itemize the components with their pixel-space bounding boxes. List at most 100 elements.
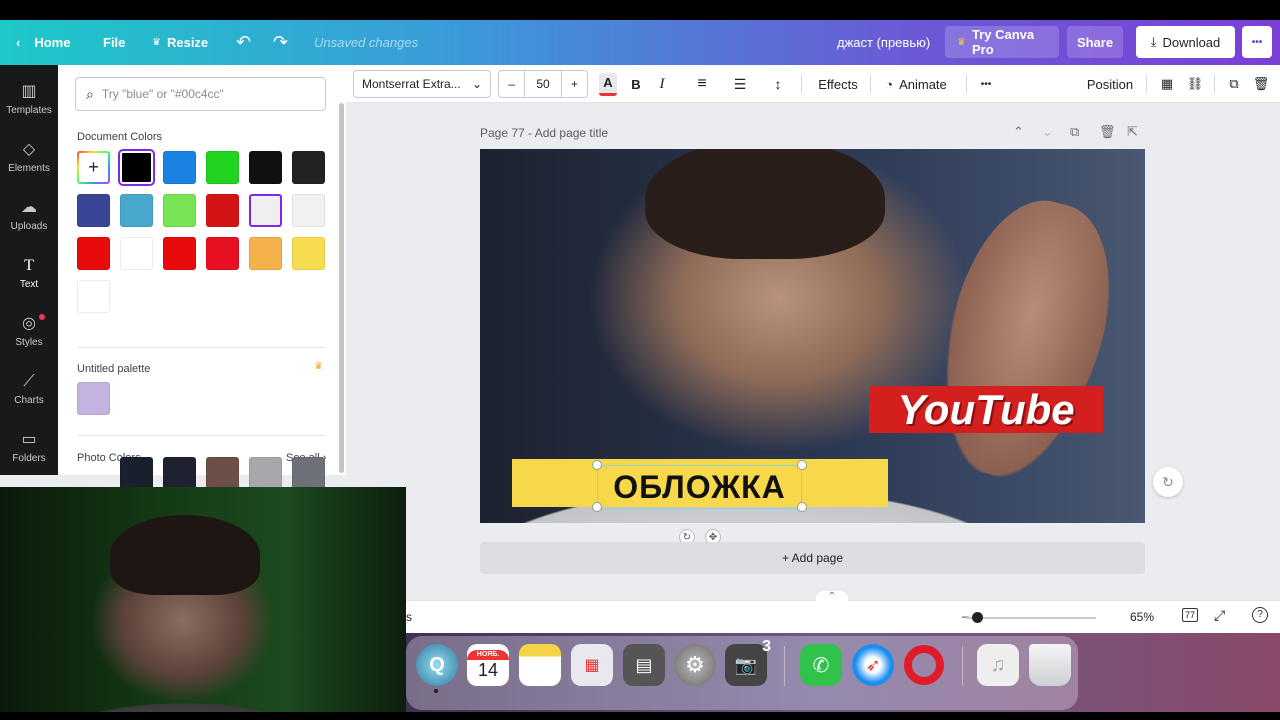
add-color-button[interactable]: + [77, 151, 110, 184]
notes-label[interactable]: s [406, 610, 412, 624]
zoom-level[interactable]: 65% [1130, 610, 1154, 624]
duplicate-button[interactable]: ⧉ [1223, 65, 1245, 103]
color-swatch[interactable] [206, 151, 239, 184]
safari-icon[interactable]: ➶ [852, 644, 894, 686]
color-swatch[interactable] [77, 194, 110, 227]
resize-handle[interactable] [592, 460, 602, 470]
redo-button[interactable]: ↷ [273, 20, 288, 65]
color-swatch[interactable] [249, 194, 282, 227]
color-swatch[interactable] [120, 151, 153, 184]
color-swatch[interactable] [77, 280, 110, 313]
palette-swatch[interactable] [77, 382, 110, 415]
color-swatch[interactable] [163, 151, 196, 184]
music-file-icon[interactable]: ♫ [977, 644, 1019, 686]
transparency-button[interactable]: ▦ [1156, 65, 1178, 103]
calendar-icon[interactable]: НОЯБ. 14 [467, 644, 509, 686]
color-swatch[interactable] [120, 237, 153, 270]
photo-color-swatch[interactable] [120, 457, 153, 490]
page-count-button[interactable]: 77 [1182, 608, 1199, 622]
bold-button[interactable]: B [626, 65, 646, 103]
color-swatch[interactable] [163, 237, 196, 270]
rail-item-text[interactable]: T Text [0, 245, 58, 301]
share-button[interactable]: Share [1067, 26, 1123, 58]
zoom-slider[interactable] [966, 617, 1096, 619]
resize-button[interactable]: ♛ Resize [152, 20, 208, 65]
zoom-out-icon[interactable]: – [962, 609, 969, 623]
notes-icon[interactable] [519, 644, 561, 686]
photo-color-swatch[interactable] [206, 457, 239, 490]
photo-color-swatch[interactable] [163, 457, 196, 490]
youtube-logo[interactable]: YouTube [869, 386, 1103, 433]
animate-button[interactable]: ◔ Animate [880, 65, 952, 103]
zoom-slider-knob[interactable] [972, 612, 983, 623]
resize-handle[interactable] [592, 502, 602, 512]
rail-item-styles[interactable]: ◎ Styles [0, 303, 58, 359]
notification-dot [39, 314, 45, 320]
rail-item-elements[interactable]: ◇ Elements [0, 129, 58, 185]
cover-text-box[interactable]: ОБЛОЖКА [597, 465, 802, 509]
font-size-input[interactable]: 50 [524, 71, 562, 97]
add-page-button[interactable]: + Add page [480, 542, 1145, 574]
rail-item-charts[interactable]: ⟋ Charts [0, 361, 58, 417]
chevron-up-icon[interactable]: ⌃ [816, 591, 848, 605]
photo-color-swatch[interactable] [292, 457, 325, 490]
try-pro-button[interactable]: ♛ Try Canva Pro [945, 26, 1059, 58]
divider [77, 435, 325, 436]
whatsapp-icon[interactable]: ✆ [800, 644, 842, 686]
more-options-button[interactable]: ••• [1242, 26, 1272, 58]
link-button[interactable]: ⛓ [1184, 65, 1206, 103]
system-preferences-icon[interactable]: ⚙ [674, 644, 716, 686]
add-page-icon[interactable]: ⇱ [1127, 124, 1138, 140]
color-swatch[interactable] [163, 194, 196, 227]
color-swatch[interactable] [249, 151, 282, 184]
decrease-size-button[interactable]: – [499, 77, 524, 91]
fullscreen-icon[interactable]: ⤢ [1214, 607, 1225, 624]
color-swatch[interactable] [292, 194, 325, 227]
delete-page-icon[interactable]: 🗑 [1099, 124, 1116, 140]
resize-handle[interactable] [797, 460, 807, 470]
font-selector[interactable]: Montserrat Extra... ⌄ [353, 70, 491, 98]
document-title[interactable]: джаст (превью) [837, 20, 930, 65]
refresh-icon[interactable]: ↻ [1153, 467, 1183, 497]
home-button[interactable]: ‹ Home [16, 20, 70, 65]
file-menu[interactable]: File [103, 20, 125, 65]
rail-item-templates[interactable]: ▥ Templates [0, 71, 58, 127]
increase-size-button[interactable]: + [562, 77, 587, 91]
download-button[interactable]: ⤓ Download [1136, 26, 1235, 58]
align-button[interactable]: ≡ [690, 65, 714, 103]
chevron-up-icon[interactable]: ⌃ [1013, 124, 1024, 140]
help-icon[interactable]: ? [1252, 607, 1268, 623]
color-search-input[interactable]: ⌕ Try "blue" or "#00c4cc" [75, 77, 326, 111]
photo-color-swatch[interactable] [249, 457, 282, 490]
rail-item-folders[interactable]: ▭ Folders [0, 419, 58, 475]
color-swatch[interactable] [292, 237, 325, 270]
delete-button[interactable]: 🗑 [1250, 65, 1272, 103]
color-swatch[interactable] [206, 194, 239, 227]
undo-button[interactable]: ↶ [236, 20, 251, 65]
trash-icon[interactable] [1029, 644, 1071, 686]
quicktime-icon[interactable]: Q [416, 644, 458, 686]
spacing-button[interactable]: ↕ [766, 65, 790, 103]
more-toolbar-button[interactable]: ••• [974, 65, 998, 103]
duplicate-page-icon[interactable]: ⧉ [1070, 124, 1079, 140]
color-swatch[interactable] [249, 237, 282, 270]
calculator-icon[interactable]: ▤ [623, 644, 665, 686]
effects-button[interactable]: Effects [812, 65, 864, 103]
position-button[interactable]: Position [1084, 65, 1136, 103]
color-swatch[interactable] [206, 237, 239, 270]
color-swatch[interactable] [77, 237, 110, 270]
color-swatch[interactable] [120, 194, 153, 227]
panel-scrollbar[interactable] [339, 103, 344, 473]
launchpad-icon[interactable]: ▦ [571, 644, 613, 686]
chevron-down-icon[interactable]: ⌄ [1042, 124, 1053, 140]
screenshot-app-icon[interactable]: 📷 3 [725, 638, 771, 686]
rail-item-uploads[interactable]: ☁ Uploads [0, 187, 58, 243]
list-button[interactable]: ☰ [728, 65, 752, 103]
page-title[interactable]: Page 77 - Add page title [480, 126, 608, 140]
resize-handle[interactable] [797, 502, 807, 512]
text-color-button[interactable]: A [596, 65, 620, 103]
italic-button[interactable]: I [652, 65, 672, 103]
opera-icon[interactable] [903, 644, 945, 686]
color-swatch[interactable] [292, 151, 325, 184]
design-canvas[interactable]: YouTube ОБЛОЖКА [480, 149, 1145, 523]
